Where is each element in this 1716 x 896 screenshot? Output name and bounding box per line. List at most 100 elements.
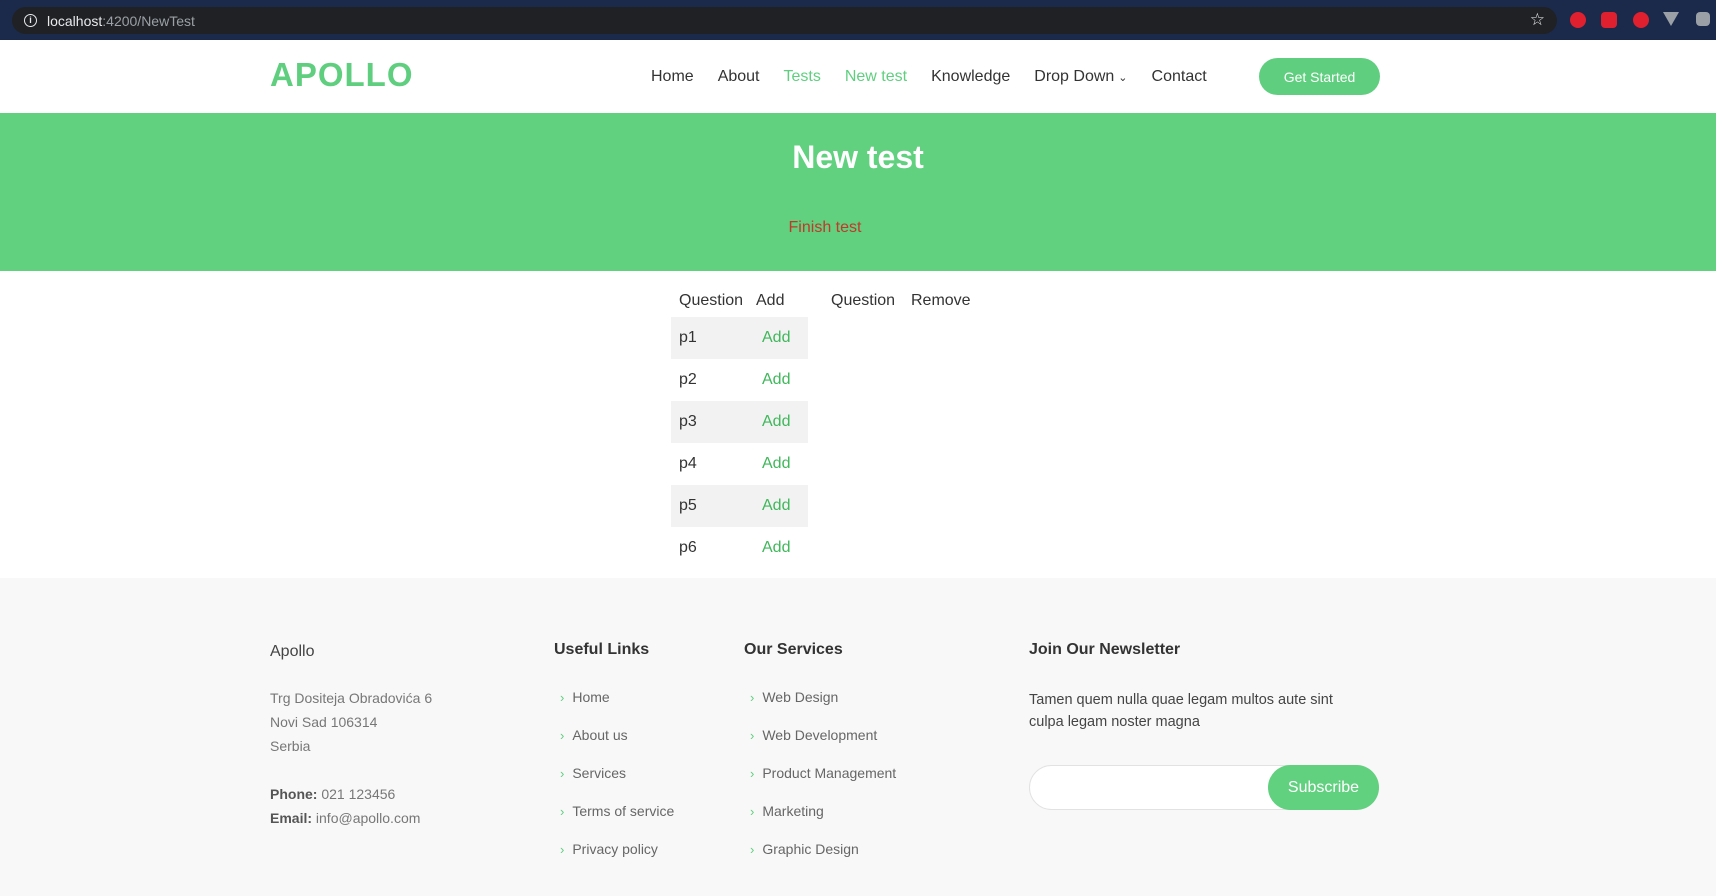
column-header-question: Question <box>679 292 744 309</box>
newsletter-heading: Join Our Newsletter <box>1029 641 1181 658</box>
question-cell: p3 <box>679 413 697 430</box>
site-header: APOLLO Home About Tests New test Knowled… <box>0 40 1716 113</box>
phone-value: 021 123456 <box>321 786 396 802</box>
email-label: Email: <box>270 810 313 826</box>
extension-adblock-icon[interactable] <box>1570 12 1586 28</box>
star-icon[interactable]: ☆ <box>1530 10 1545 30</box>
footer-service-label: Web Design <box>762 689 839 705</box>
add-question-button[interactable]: Add <box>752 413 808 431</box>
footer-link-item[interactable]: › Privacy policy <box>554 830 674 868</box>
table-row: p5 Add <box>671 485 808 527</box>
footer-service-label: Web Development <box>762 727 878 743</box>
footer-brand: Apollo <box>270 643 315 660</box>
get-started-button[interactable]: Get Started <box>1259 58 1380 95</box>
table-row: p3 Add <box>671 401 808 443</box>
table-row: p2 Add <box>671 359 808 401</box>
footer-address: Trg Dositeja Obradovića 6 Novi Sad 10631… <box>270 686 432 758</box>
footer-link-item[interactable]: › About us <box>554 716 674 754</box>
add-question-button[interactable]: Add <box>752 455 808 473</box>
chevron-right-icon: › <box>750 841 755 857</box>
footer-service-item[interactable]: › Graphic Design <box>744 830 896 868</box>
footer-service-item[interactable]: › Product Management <box>744 754 896 792</box>
footer-email: Email: info@apollo.com <box>270 806 420 830</box>
extension-lock-icon[interactable] <box>1633 12 1649 28</box>
footer-link-item[interactable]: › Home <box>554 678 674 716</box>
extensions-puzzle-icon[interactable] <box>1696 12 1710 26</box>
add-question-button[interactable]: Add <box>752 329 808 347</box>
page-title: New test <box>792 139 924 175</box>
site-logo[interactable]: APOLLO <box>270 56 414 94</box>
table-row: p4 Add <box>671 443 808 485</box>
chevron-right-icon: › <box>560 841 565 857</box>
table-header: Question Add <box>671 285 808 317</box>
useful-links-list: › Home › About us › Services › Terms of serv… <box>554 678 674 868</box>
newsletter-form: Subscribe <box>1029 765 1379 810</box>
footer-contact: Phone: 021 123456 Email: info@apollo.com <box>270 782 420 830</box>
chevron-right-icon: › <box>560 765 565 781</box>
footer-service-item[interactable]: › Web Development <box>744 716 896 754</box>
add-question-button[interactable]: Add <box>752 371 808 389</box>
add-question-button[interactable]: Add <box>752 497 808 515</box>
finish-test-link-text[interactable]: Finish test <box>789 219 862 236</box>
footer-link-label: Services <box>572 765 627 781</box>
footer-service-label: Product Management <box>762 765 897 781</box>
table-row: p6 Add <box>671 527 808 569</box>
nav-home[interactable]: Home <box>651 68 694 86</box>
selected-questions-table: Question Remove <box>831 285 981 317</box>
newsletter-text: Tamen quem nulla quae legam multos aute … <box>1029 692 1333 730</box>
url-host: localhost <box>47 13 103 29</box>
nav-knowledge[interactable]: Knowledge <box>931 68 1010 86</box>
nav-tests[interactable]: Tests <box>784 68 821 86</box>
table-row: p1 Add <box>671 317 808 359</box>
extension-vue-icon[interactable] <box>1663 12 1679 26</box>
table-header: Question Remove <box>831 285 981 317</box>
add-question-button[interactable]: Add <box>752 539 808 557</box>
nav-dropdown-label: Drop Down <box>1034 67 1115 85</box>
nav-contact[interactable]: Contact <box>1152 68 1207 86</box>
question-cell: p4 <box>679 455 697 472</box>
browser-toolbar: i localhost:4200/NewTest ☆ <box>0 0 1716 40</box>
address-line: Novi Sad 106314 <box>270 714 378 730</box>
footer-service-item[interactable]: › Marketing <box>744 792 896 830</box>
footer-link-label: Home <box>572 689 610 705</box>
chevron-right-icon: › <box>750 803 755 819</box>
address-line: Trg Dositeja Obradovića 6 <box>270 690 433 706</box>
chevron-right-icon: › <box>750 765 755 781</box>
url-text[interactable]: localhost:4200/NewTest <box>47 13 195 29</box>
chevron-right-icon: › <box>750 689 755 705</box>
footer-service-label: Marketing <box>762 803 824 819</box>
column-header-add: Add <box>756 292 785 309</box>
footer-service-item[interactable]: › Web Design <box>744 678 896 716</box>
newsletter-email-input[interactable] <box>1044 766 1254 809</box>
chevron-right-icon: › <box>750 727 755 743</box>
subscribe-button[interactable]: Subscribe <box>1268 765 1379 810</box>
nav-dropdown[interactable]: Drop Down ⌄ <box>1034 68 1127 86</box>
question-cell: p6 <box>679 539 697 556</box>
useful-links-heading: Useful Links <box>554 641 650 658</box>
email-value[interactable]: info@apollo.com <box>316 810 421 826</box>
footer-service-label: Graphic Design <box>762 841 859 857</box>
chevron-right-icon: › <box>560 689 565 705</box>
footer-link-item[interactable]: › Services <box>554 754 674 792</box>
nav-new-test[interactable]: New test <box>845 68 907 86</box>
info-icon[interactable]: i <box>24 14 37 27</box>
chevron-right-icon: › <box>560 727 565 743</box>
nav-about[interactable]: About <box>718 68 760 86</box>
column-header-remove: Remove <box>911 292 971 309</box>
address-bar[interactable]: i localhost:4200/NewTest ☆ <box>12 7 1557 34</box>
available-questions-table: Question Add p1 Add p2 Add p3 Add p4 Add… <box>671 285 808 569</box>
footer-link-label: Terms of service <box>572 803 675 819</box>
footer-link-item[interactable]: › Terms of service <box>554 792 674 830</box>
services-list: › Web Design › Web Development › Product Ma… <box>744 678 896 868</box>
footer-link-label: Privacy policy <box>572 841 658 857</box>
address-line: Serbia <box>270 738 311 754</box>
hero-banner: New test Finish test <box>0 113 1716 271</box>
column-header-question: Question <box>831 292 896 309</box>
url-path: :4200/NewTest <box>102 13 195 29</box>
chevron-down-icon: ⌄ <box>1118 71 1128 84</box>
question-cell: p1 <box>679 329 697 346</box>
question-cell: p5 <box>679 497 697 514</box>
footer-link-label: About us <box>572 727 628 743</box>
extension-media-icon[interactable] <box>1601 12 1617 28</box>
site-footer: Apollo Trg Dositeja Obradovića 6 Novi Sa… <box>0 578 1716 896</box>
